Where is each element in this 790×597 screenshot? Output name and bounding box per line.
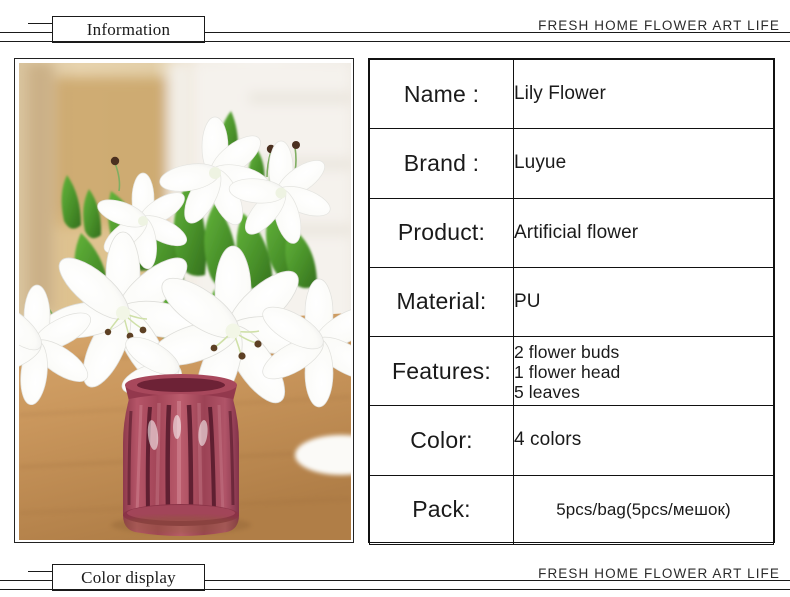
footer-tagline: FRESH HOME FLOWER ART LIFE bbox=[538, 566, 780, 581]
table-row: Name : Lily Flower bbox=[369, 58, 774, 130]
footer-bottom-rule bbox=[0, 589, 790, 590]
spec-label-features: Features: bbox=[369, 336, 514, 407]
header-tagline: FRESH HOME FLOWER ART LIFE bbox=[538, 18, 780, 33]
header-section-label-box: Information bbox=[52, 16, 205, 43]
feature-line: 2 flower buds bbox=[514, 341, 620, 362]
product-info-sheet: Information FRESH HOME FLOWER ART LIFE N… bbox=[0, 0, 790, 597]
spec-label-product: Product: bbox=[369, 197, 514, 268]
spec-value-name: Lily Flower bbox=[513, 58, 774, 130]
spec-value-product: Artificial flower bbox=[513, 197, 774, 268]
header-bottom-rule bbox=[0, 41, 790, 42]
spec-value-pack: 5pcs/bag(5pcs/мешок) bbox=[513, 474, 774, 545]
table-row: Product: Artificial flower bbox=[369, 197, 774, 268]
spec-label-material: Material: bbox=[369, 266, 514, 338]
table-row: Brand : Luyue bbox=[369, 128, 774, 199]
table-row: Color: 4 colors bbox=[369, 405, 774, 476]
product-photo-image bbox=[19, 63, 351, 540]
spec-label-brand: Brand : bbox=[369, 128, 514, 199]
spec-value-material: PU bbox=[513, 266, 774, 338]
spec-label-name: Name : bbox=[369, 58, 514, 130]
product-spec-table: Name : Lily Flower Brand : Luyue Product… bbox=[368, 58, 775, 545]
product-photo bbox=[14, 58, 354, 543]
table-row: Pack: 5pcs/bag(5pcs/мешок) bbox=[369, 474, 774, 545]
product-photo-frame bbox=[19, 63, 351, 540]
footer-section-label-box: Color display bbox=[52, 564, 205, 591]
footer-section-label: Color display bbox=[81, 568, 176, 587]
feature-line: 1 flower head bbox=[514, 362, 621, 383]
spec-label-pack: Pack: bbox=[369, 474, 514, 545]
header-decorative-line-lower bbox=[0, 32, 53, 33]
spec-value-features: 2 flower buds 1 flower head 5 leaves bbox=[513, 336, 774, 407]
table-row: Features: 2 flower buds 1 flower head 5 … bbox=[369, 336, 774, 407]
header-section-label: Information bbox=[86, 20, 171, 39]
spec-value-color: 4 colors bbox=[513, 405, 774, 476]
footer-decorative-line-lower bbox=[0, 580, 53, 581]
table-row: Material: PU bbox=[369, 266, 774, 338]
footer-section-bar: Color display FRESH HOME FLOWER ART LIFE bbox=[0, 548, 790, 594]
spec-value-brand: Luyue bbox=[513, 128, 774, 199]
spec-label-color: Color: bbox=[369, 405, 514, 476]
footer-decorative-line-upper bbox=[28, 571, 53, 572]
feature-line: 5 leaves bbox=[514, 382, 580, 403]
header-decorative-line-upper bbox=[28, 23, 53, 24]
header-section-bar: Information FRESH HOME FLOWER ART LIFE bbox=[0, 0, 790, 46]
